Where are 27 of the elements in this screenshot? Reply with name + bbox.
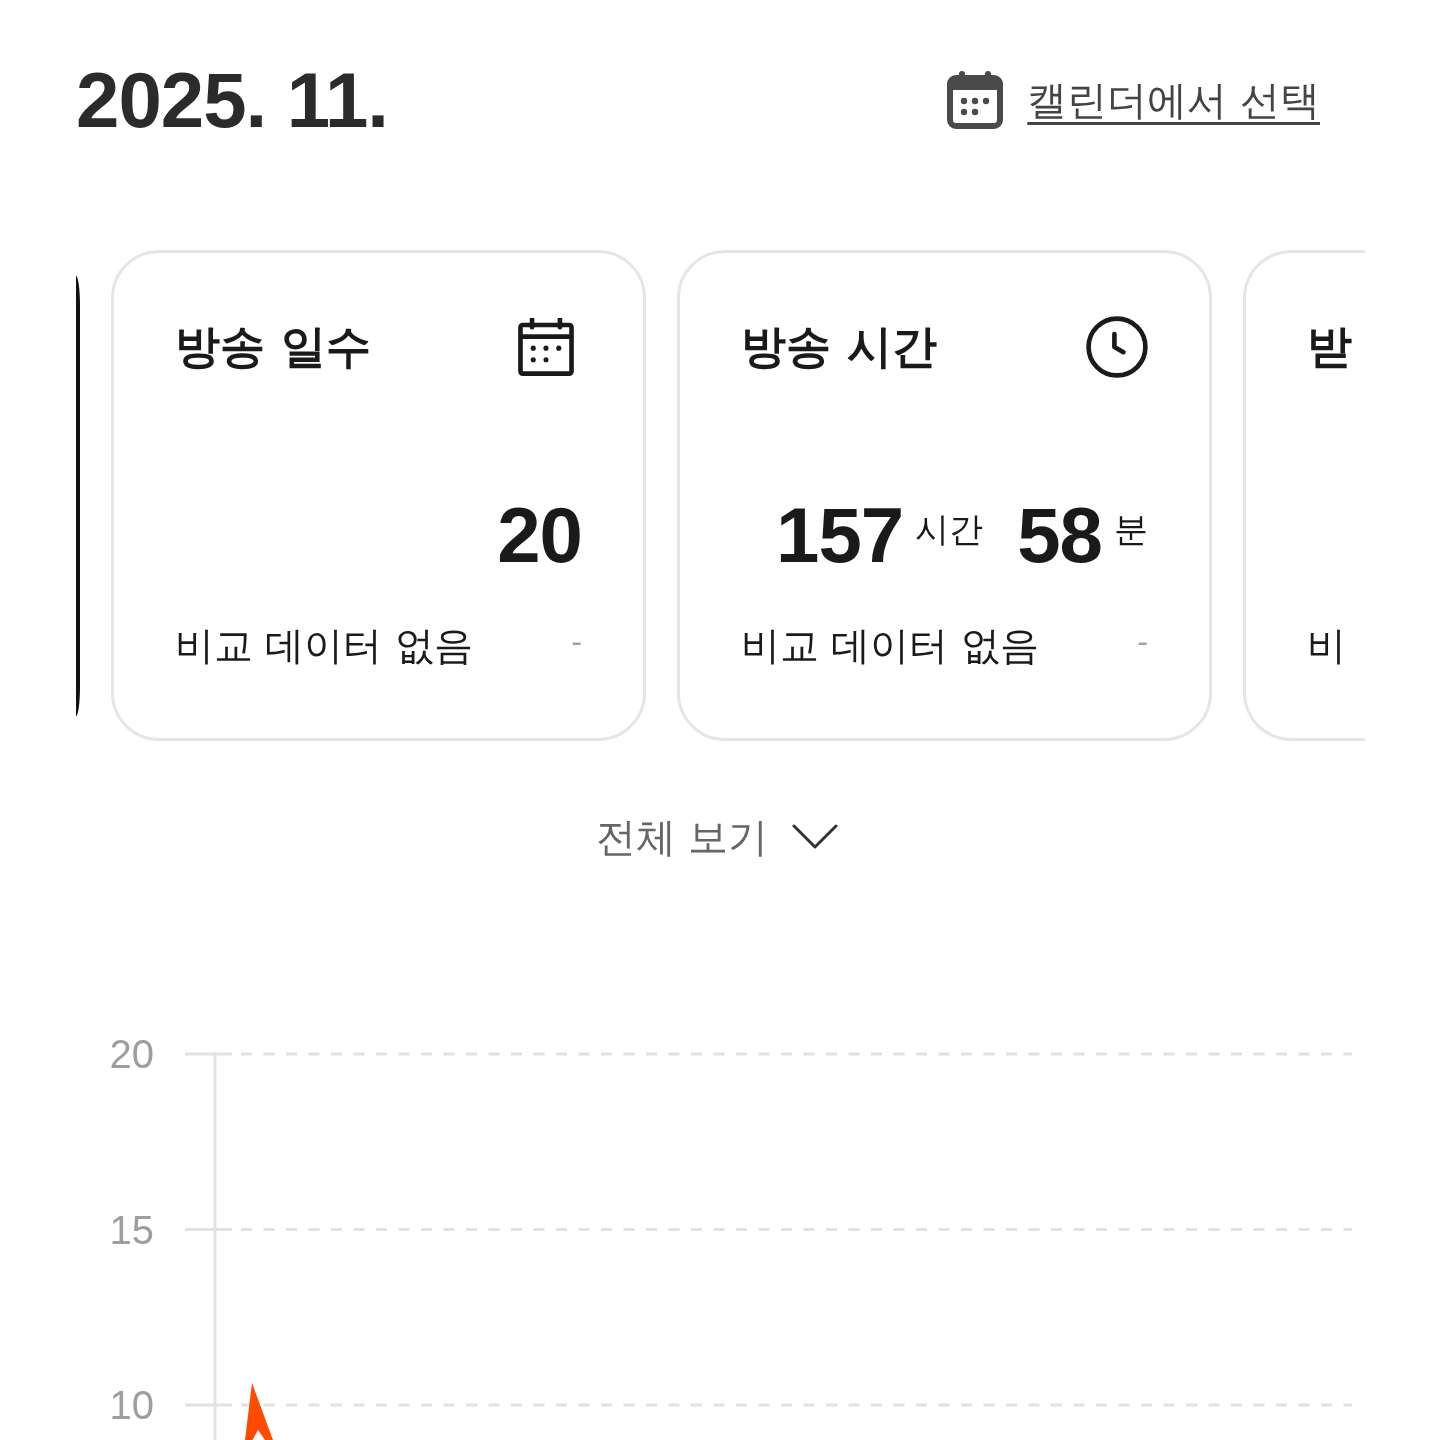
month-title: 2025. 11.: [76, 54, 388, 146]
stat-value: 20: [497, 489, 582, 581]
change-value: -: [571, 623, 582, 659]
stat-card[interactable]: 방송 일수 20 비교 데이터 없음 -: [111, 250, 646, 741]
comparison-text: 비교 데이터 없음: [175, 622, 473, 670]
y-tick-label: 20: [109, 1032, 154, 1076]
stat-unit: 시간: [915, 508, 984, 551]
calendar-select-link[interactable]: 캘린더에서 선택: [947, 71, 1320, 129]
view-all-button[interactable]: 전체 보기: [595, 807, 839, 867]
stat-unit: 분: [1114, 508, 1148, 551]
stat-value: 157: [776, 489, 904, 581]
comparison-text: 비교 데이터 없음: [741, 622, 1039, 670]
calendar-icon: [947, 71, 1004, 129]
clock-icon: [1086, 316, 1148, 378]
chevron-down-icon: [792, 824, 839, 850]
change-value: -: [1137, 623, 1148, 659]
calendar-icon: [518, 318, 574, 376]
stat-card[interactable]: 받 비: [1243, 250, 1365, 741]
stat-value: 58: [1017, 489, 1102, 581]
card-title: 받: [1307, 319, 1352, 375]
comparison-text: 비: [1307, 622, 1346, 670]
chart-line: [245, 1383, 273, 1440]
card-title: 방송 시간: [741, 319, 937, 375]
stat-card[interactable]: [76, 275, 80, 716]
y-tick-label: 15: [109, 1207, 154, 1252]
y-tick-label: 10: [109, 1383, 154, 1427]
card-title: 방송 일수: [175, 319, 371, 375]
